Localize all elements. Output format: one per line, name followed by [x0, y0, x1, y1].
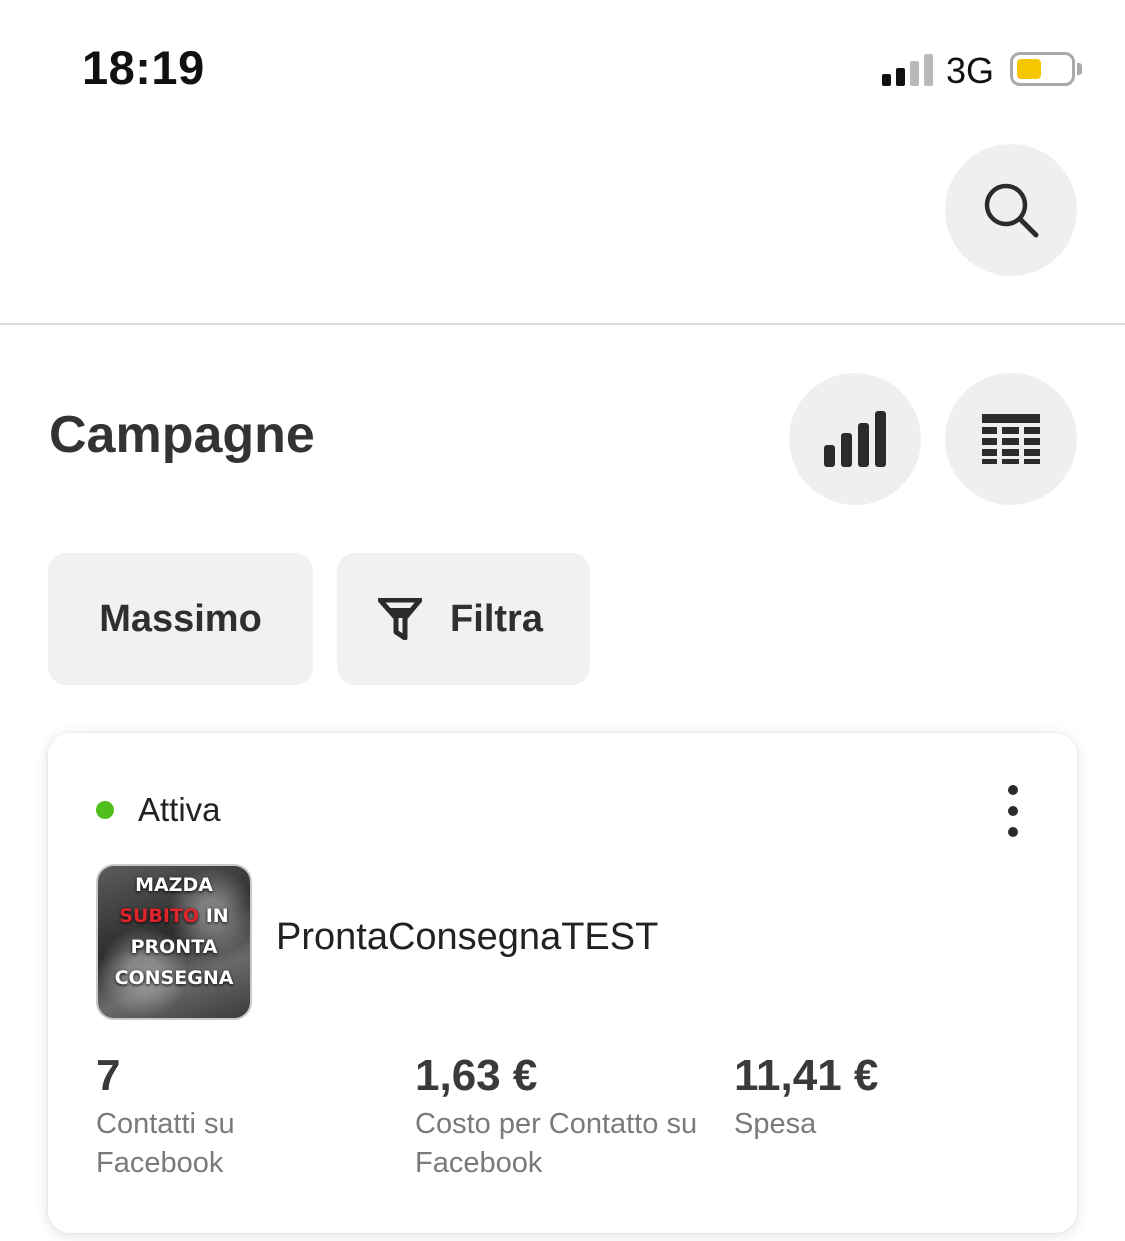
battery-level	[1017, 59, 1041, 79]
more-dot	[1008, 806, 1018, 816]
campaign-thumbnail[interactable]: MAZDA SUBITO IN PRONTA CONSEGNA	[96, 864, 252, 1020]
campaign-name[interactable]: ProntaConsegnaTEST	[276, 916, 658, 959]
bar-chart-icon	[824, 411, 886, 467]
battery-tip	[1077, 63, 1082, 75]
network-type: 3G	[946, 50, 995, 91]
funnel-icon	[378, 598, 423, 640]
status-label: Attiva	[138, 791, 221, 828]
thumbnail-word: IN	[205, 905, 229, 927]
thumbnail-text: MAZDA SUBITO IN PRONTA CONSEGNA	[98, 870, 250, 994]
thumbnail-line: MAZDA	[135, 874, 213, 896]
metric-contacts: 7 Contatti su Facebook	[96, 1051, 346, 1183]
metric-value: 11,41 €	[734, 1051, 879, 1100]
table-view-button[interactable]	[945, 373, 1077, 505]
status-time: 18:19	[82, 41, 205, 94]
search-icon	[984, 183, 1039, 238]
thumbnail-line: SUBITO IN	[98, 901, 250, 932]
metric-label: Costo per Contatto su Facebook	[415, 1108, 698, 1179]
campaign-status: Attiva	[96, 791, 221, 829]
thumbnail-line: PRONTA	[130, 936, 218, 958]
thumbnail-line: CONSEGNA	[114, 967, 234, 989]
battery-icon	[1010, 52, 1075, 86]
header-divider	[0, 323, 1125, 325]
metric-value: 7	[96, 1051, 121, 1100]
chart-view-button[interactable]	[789, 373, 921, 505]
filter-button[interactable]: Filtra	[337, 553, 590, 685]
more-dot	[1008, 785, 1018, 795]
signal-strength-icon	[882, 52, 934, 86]
metric-spend: 11,41 € Spesa	[734, 1051, 984, 1144]
user-filter-chip[interactable]: Massimo	[48, 553, 313, 685]
metric-label: Contatti su Facebook	[96, 1108, 235, 1179]
page-title: Campagne	[49, 406, 315, 464]
metric-label: Spesa	[734, 1108, 817, 1140]
more-options-button[interactable]	[989, 785, 1037, 837]
metric-value: 1,63 €	[415, 1051, 538, 1100]
status-dot-icon	[96, 801, 114, 819]
metric-cost-per-contact: 1,63 € Costo per Contatto su Facebook	[415, 1051, 715, 1183]
filter-label: Filtra	[450, 597, 543, 640]
status-bar: 18:19 3G	[0, 0, 1125, 130]
thumbnail-highlight: SUBITO	[119, 905, 200, 927]
search-button[interactable]	[945, 144, 1077, 276]
campaign-card[interactable]: Attiva MAZDA SUBITO IN PRONTA CONSEGNA P…	[48, 733, 1077, 1233]
user-filter-label: Massimo	[99, 597, 262, 640]
more-dot	[1008, 827, 1018, 837]
table-icon	[982, 414, 1040, 464]
